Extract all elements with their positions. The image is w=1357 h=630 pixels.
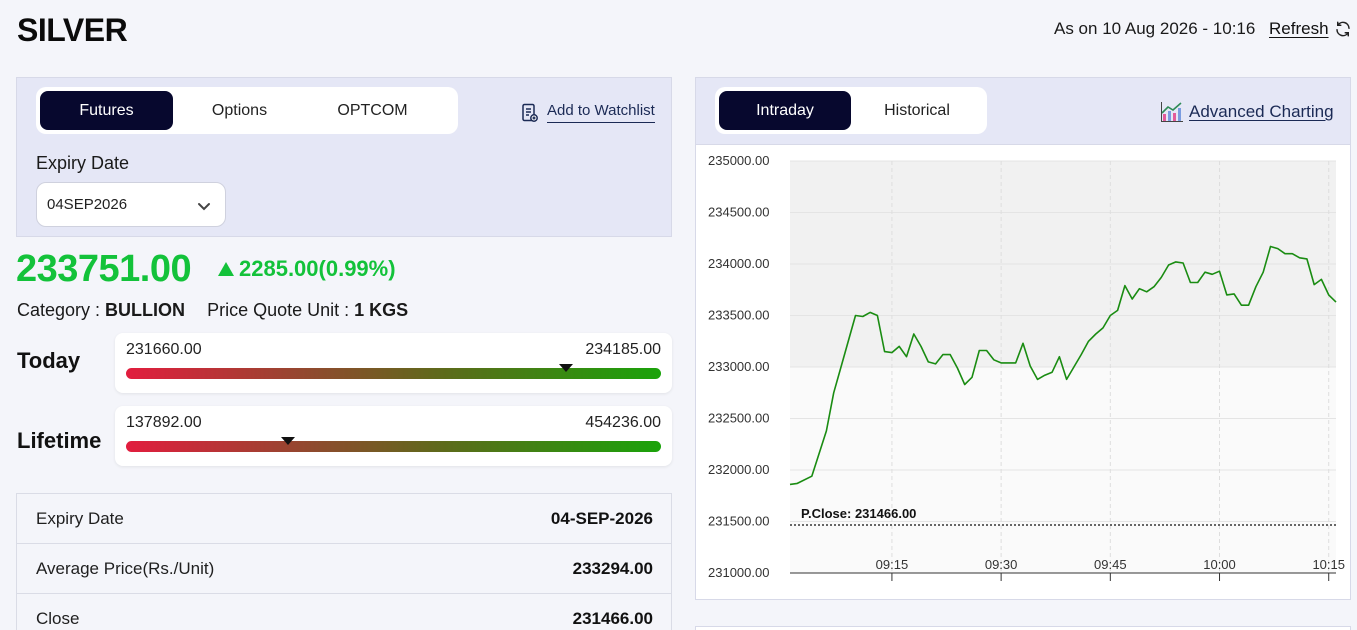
y-tick-label: 234500.00 (708, 205, 769, 220)
today-range-label: Today (17, 348, 81, 373)
advanced-charting-link[interactable]: Advanced Charting (1160, 101, 1334, 123)
as-on-timestamp: As on 10 Aug 2026 - 10:16 (1054, 19, 1256, 38)
today-low: 231660.00 (126, 341, 202, 358)
chevron-down-icon (198, 203, 210, 211)
y-tick-label: 233000.00 (708, 359, 769, 374)
lifetime-range-label: Lifetime (17, 428, 102, 453)
detail-value: 233294.00 (572, 558, 653, 578)
detail-key: Close (36, 608, 80, 628)
advanced-charting-label: Advanced Charting (1189, 102, 1334, 121)
watchlist-label: Add to Watchlist (547, 102, 655, 123)
detail-row: Expiry Date 04-SEP-2026 (17, 494, 671, 544)
price-change: 2285.00(0.99%) (218, 256, 396, 282)
x-tick-label: 10:00 (1203, 557, 1236, 572)
tab-futures[interactable]: Futures (40, 91, 173, 130)
detail-key: Expiry Date (36, 508, 124, 528)
y-tick-label: 231000.00 (708, 565, 769, 580)
lower-panel (695, 626, 1351, 630)
chart-panel: Intraday Historical Advanced Charting 23… (695, 77, 1351, 600)
x-tick-label: 09:45 (1094, 557, 1127, 572)
lifetime-range-bar (126, 441, 661, 452)
expiry-date-value: 04SEP2026 (47, 196, 128, 213)
intraday-price-chart[interactable]: 235000.00 234500.00 234000.00 233500.00 2330… (696, 146, 1350, 600)
watchlist-icon (522, 103, 538, 122)
tab-intraday[interactable]: Intraday (719, 91, 851, 130)
tab-options[interactable]: Options (173, 91, 306, 130)
detail-key: Average Price(Rs./Unit) (36, 558, 215, 578)
up-arrow-icon (218, 262, 234, 276)
contract-details-table: Expiry Date 04-SEP-2026 Average Price(Rs… (16, 493, 672, 630)
y-tick-label: 232000.00 (708, 462, 769, 477)
y-tick-label: 233500.00 (708, 308, 769, 323)
detail-row: Average Price(Rs./Unit) 233294.00 (17, 544, 671, 594)
price-change-value: 2285.00(0.99%) (239, 256, 396, 281)
y-tick-label: 234000.00 (708, 256, 769, 271)
category-label: Category : (17, 300, 106, 320)
detail-value: 231466.00 (572, 608, 653, 628)
tab-optcom[interactable]: OPTCOM (306, 91, 439, 130)
add-to-watchlist-button[interactable]: Add to Watchlist (521, 102, 655, 123)
contract-tab-group: Futures Options OPTCOM (36, 87, 458, 134)
detail-row: Close 231466.00 (17, 594, 671, 630)
chart-icon (1161, 102, 1183, 122)
x-tick-label: 09:30 (985, 557, 1018, 572)
refresh-icon[interactable] (1334, 20, 1352, 38)
chart-tab-group: Intraday Historical (715, 87, 987, 134)
chart-panel-header: Intraday Historical Advanced Charting (696, 78, 1350, 145)
expiry-date-label: Expiry Date (36, 153, 130, 173)
unit-label: Price Quote Unit : (207, 300, 355, 320)
today-range-bar (126, 368, 661, 379)
today-range-marker (558, 364, 573, 372)
unit-value: 1 KGS (354, 300, 409, 320)
y-tick-label: 235000.00 (708, 153, 769, 168)
today-high: 234185.00 (585, 341, 661, 358)
previous-close-label: P.Close: 231466.00 (801, 506, 916, 521)
x-tick-label: 09:15 (876, 557, 909, 572)
today-range-card: 231660.00 234185.00 (115, 333, 672, 393)
lifetime-high: 454236.00 (585, 414, 661, 431)
tab-historical[interactable]: Historical (851, 91, 983, 130)
contract-panel: Futures Options OPTCOM Add to Watchlist … (16, 77, 672, 237)
contract-meta: Category : BULLION Price Quote Unit : 1 … (17, 300, 408, 321)
x-tick-label: 10:15 (1312, 557, 1345, 572)
lifetime-low: 137892.00 (126, 414, 202, 431)
y-tick-label: 231500.00 (708, 514, 769, 529)
last-price: 233751.00 (16, 248, 192, 290)
y-tick-label: 232500.00 (708, 411, 769, 426)
detail-value: 04-SEP-2026 (550, 508, 653, 528)
lifetime-range-marker (281, 437, 296, 445)
lifetime-range-card: 137892.00 454236.00 (115, 406, 672, 466)
page-title: SILVER (17, 12, 128, 48)
refresh-link[interactable]: Refresh (1269, 19, 1329, 39)
category-value: BULLION (105, 300, 186, 320)
expiry-date-select[interactable]: 04SEP2026 (36, 182, 226, 227)
